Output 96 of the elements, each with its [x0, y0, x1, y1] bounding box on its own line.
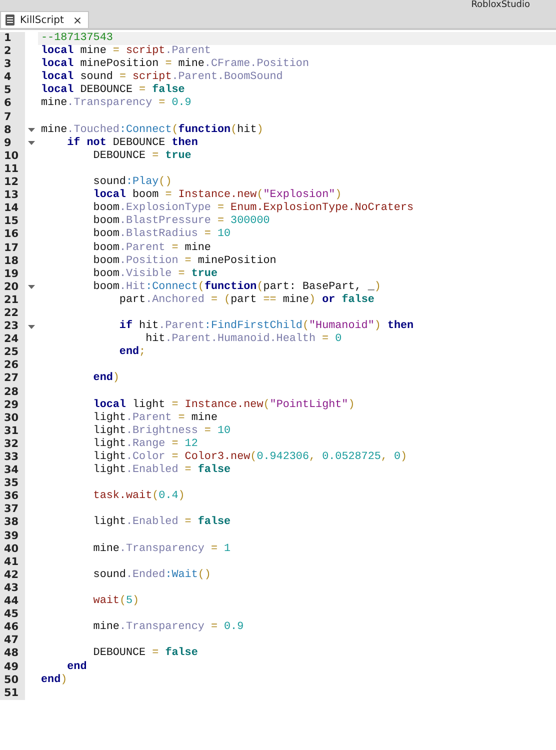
line-number: 22 [0, 306, 25, 320]
code-line: boom.ExplosionType = Enum.ExplosionType.NoCraters [92, 202, 415, 215]
line-number: 37 [0, 503, 25, 516]
line-number: 13 [0, 189, 25, 202]
code-line: task.wait(0.4) [92, 490, 186, 504]
line-number: 36 [0, 490, 25, 504]
line-number: 6 [0, 97, 25, 111]
code-line: light.Parent = mine [92, 412, 218, 425]
line-number: 49 [0, 660, 25, 674]
line-number: 44 [0, 595, 25, 608]
code-line: wait(5) [92, 595, 140, 608]
line-number: 4 [0, 71, 25, 84]
line-number: 33 [0, 451, 25, 464]
code-line: boom.Parent = mine [92, 242, 212, 255]
document-icon [5, 14, 15, 26]
line-number: 11 [0, 162, 25, 176]
code-line: end) [92, 372, 120, 386]
code-line: mine.Transparency = 0.9 [40, 97, 192, 111]
line-number: 12 [0, 176, 25, 190]
code-line: boom.Visible = true [92, 268, 218, 281]
code-line: end [66, 660, 88, 674]
line-number: 50 [0, 674, 25, 687]
code-line: if not DEBOUNCE then [66, 136, 199, 150]
fold-caret-icon[interactable] [28, 285, 35, 290]
line-number: 9 [0, 136, 25, 150]
line-number: 2 [0, 45, 25, 58]
line-number: 39 [0, 530, 25, 543]
line-number: 20 [0, 280, 25, 294]
code-line: local boom = Instance.new("Explosion") [92, 189, 343, 202]
close-button[interactable]: × [72, 14, 82, 26]
code-line: light.Brightness = 10 [92, 424, 232, 438]
code-line: if hit.Parent:FindFirstChild("Humanoid") then [118, 320, 415, 333]
line-number: 15 [0, 215, 25, 228]
code-line: local light = Instance.new("PointLight") [92, 398, 356, 412]
line-number: 51 [0, 686, 25, 700]
line-number: 8 [0, 124, 25, 137]
line-number: 23 [0, 320, 25, 334]
line-number: 32 [0, 438, 25, 451]
code-line: local mine = script.Parent [40, 45, 212, 58]
code-line: light.Enabled = false [92, 516, 232, 530]
fold-caret-icon[interactable] [28, 128, 35, 132]
code-line: DEBOUNCE = false [92, 647, 199, 660]
code-line: light.Enabled = false [92, 464, 232, 478]
line-number: 41 [0, 556, 25, 569]
line-number: 3 [0, 58, 25, 72]
code-line: boom.BlastRadius = 10 [92, 228, 232, 242]
code-line: local minePosition = mine.CFrame.Position [40, 58, 310, 71]
code-line: light.Color = Color3.new(0.942306, 0.0528725, 0) [92, 451, 408, 464]
line-number: 24 [0, 333, 25, 346]
code-line: end) [40, 674, 68, 687]
line-number: 1 [0, 32, 25, 46]
line-number: 35 [0, 477, 25, 490]
line-number: 10 [0, 150, 25, 163]
line-number: 7 [0, 110, 25, 124]
fold-caret-icon[interactable] [28, 141, 35, 146]
code-line: boom.BlastPressure = 300000 [92, 215, 271, 228]
line-number: 40 [0, 542, 25, 556]
code-line: mine.Transparency = 0.9 [92, 621, 245, 634]
line-number: 19 [0, 268, 25, 281]
app-title: RobloxStudio [471, 0, 530, 11]
code-line: mine.Transparency = 1 [92, 542, 232, 556]
line-number: 38 [0, 516, 25, 530]
line-number: 30 [0, 412, 25, 425]
line-number: 34 [0, 464, 25, 478]
code-line: sound:Play() [92, 176, 173, 189]
line-number: 18 [0, 254, 25, 268]
code-line: mine.Touched:Connect(function(hit) [40, 124, 264, 137]
line-number: 17 [0, 242, 25, 255]
line-number: 45 [0, 608, 25, 622]
code-line: hit.Parent.Humanoid.Health = 0 [144, 333, 343, 346]
line-number: 25 [0, 346, 25, 360]
fold-caret-icon[interactable] [28, 324, 35, 329]
line-number: 48 [0, 647, 25, 660]
code-line: sound.Ended:Wait() [92, 568, 212, 582]
code-line: local sound = script.Parent.BoomSound [40, 71, 284, 84]
code-line: end; [118, 346, 147, 360]
code-line: boom.Position = minePosition [92, 254, 278, 268]
line-number: 43 [0, 582, 25, 596]
line-number: 27 [0, 372, 25, 386]
line-number: 16 [0, 228, 25, 242]
line-number: 46 [0, 621, 25, 634]
line-number: 47 [0, 634, 25, 648]
line-number: 42 [0, 568, 25, 582]
code-line: part.Anchored = (part == mine) or false [118, 294, 376, 307]
code-line: boom.Hit:Connect(function(part: BasePart, _) [92, 280, 382, 294]
line-number: 14 [0, 202, 25, 216]
editor-tab[interactable]: KillScript × [0, 11, 90, 28]
line-number: 31 [0, 424, 25, 438]
line-number: 28 [0, 386, 25, 399]
code-line: light.Range = 12 [92, 438, 199, 451]
line-number: 5 [0, 84, 25, 98]
line-number: 21 [0, 294, 25, 307]
line-number: 29 [0, 398, 25, 412]
line-number: 26 [0, 359, 25, 372]
code-line: DEBOUNCE = true [92, 150, 192, 163]
code-line: local DEBOUNCE = false [40, 84, 186, 97]
